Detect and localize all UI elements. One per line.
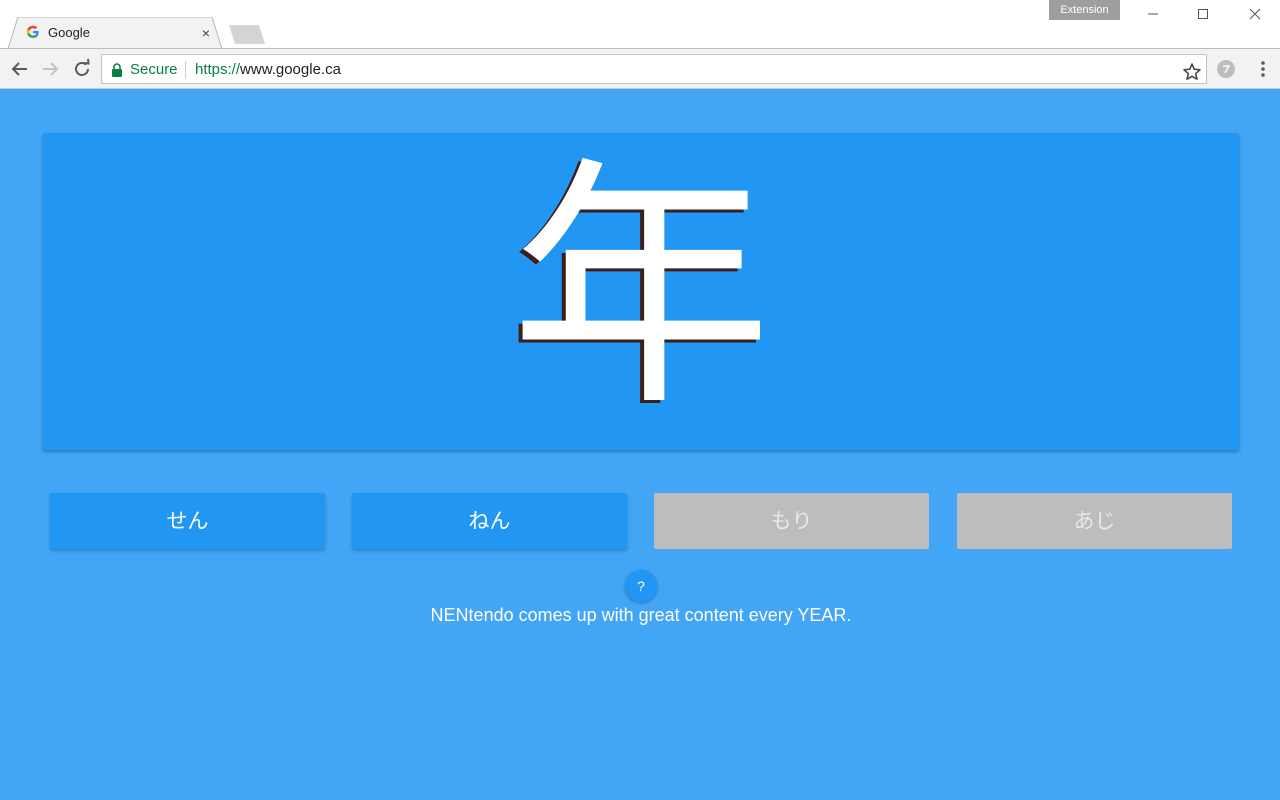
- tab-google[interactable]: [8, 17, 222, 49]
- mnemonic-hint: NENtendo comes up with great content eve…: [430, 605, 852, 625]
- close-window-button[interactable]: [1232, 0, 1278, 28]
- extension-icon[interactable]: [1216, 59, 1236, 79]
- answer-button-2[interactable]: ねん: [352, 493, 627, 549]
- url-scheme: https://: [195, 61, 241, 78]
- close-icon: [1249, 8, 1261, 20]
- maximize-icon: [1198, 9, 1208, 19]
- kanji-card: 年: [43, 133, 1239, 450]
- help-button[interactable]: ?: [625, 570, 657, 602]
- secure-label: Secure: [130, 61, 178, 78]
- forward-arrow-icon[interactable]: [38, 57, 62, 81]
- reload-icon[interactable]: [70, 57, 94, 81]
- bookmark-star-icon[interactable]: [1182, 62, 1202, 82]
- browser-chrome: Google × Extension Secure https://www.go…: [0, 0, 1280, 89]
- google-g-icon: [26, 25, 39, 38]
- tab-close-icon[interactable]: ×: [199, 25, 213, 41]
- minimize-button[interactable]: [1130, 0, 1176, 28]
- answer-button-1[interactable]: せん: [50, 493, 325, 549]
- answer-button-4[interactable]: あじ: [957, 493, 1232, 549]
- url-text[interactable]: https://www.google.ca: [195, 62, 341, 78]
- answer-button-3[interactable]: もり: [654, 493, 929, 549]
- lock-icon: [112, 63, 122, 77]
- back-arrow-icon[interactable]: [8, 57, 32, 81]
- kanji-character: 年: [510, 136, 772, 441]
- minimize-icon: [1148, 13, 1158, 15]
- new-tab-button[interactable]: [229, 25, 265, 44]
- maximize-button[interactable]: [1180, 0, 1226, 28]
- extension-badge: Extension: [1049, 0, 1120, 20]
- answer-options: せん ねん もり あじ: [0, 493, 1280, 549]
- browser-toolbar: Secure https://www.google.ca: [0, 48, 1280, 89]
- quiz-page: 年 せん ねん もり あじ ? NENtendo comes up with g…: [0, 89, 1280, 800]
- tab-title: Google: [48, 25, 90, 40]
- tab-strip: Google × Extension: [0, 0, 1280, 49]
- address-bar[interactable]: Secure https://www.google.ca: [101, 54, 1207, 84]
- menu-dots-icon[interactable]: [1254, 59, 1272, 79]
- url-host: www.google.ca: [240, 61, 341, 78]
- omnibox-divider: [185, 61, 186, 79]
